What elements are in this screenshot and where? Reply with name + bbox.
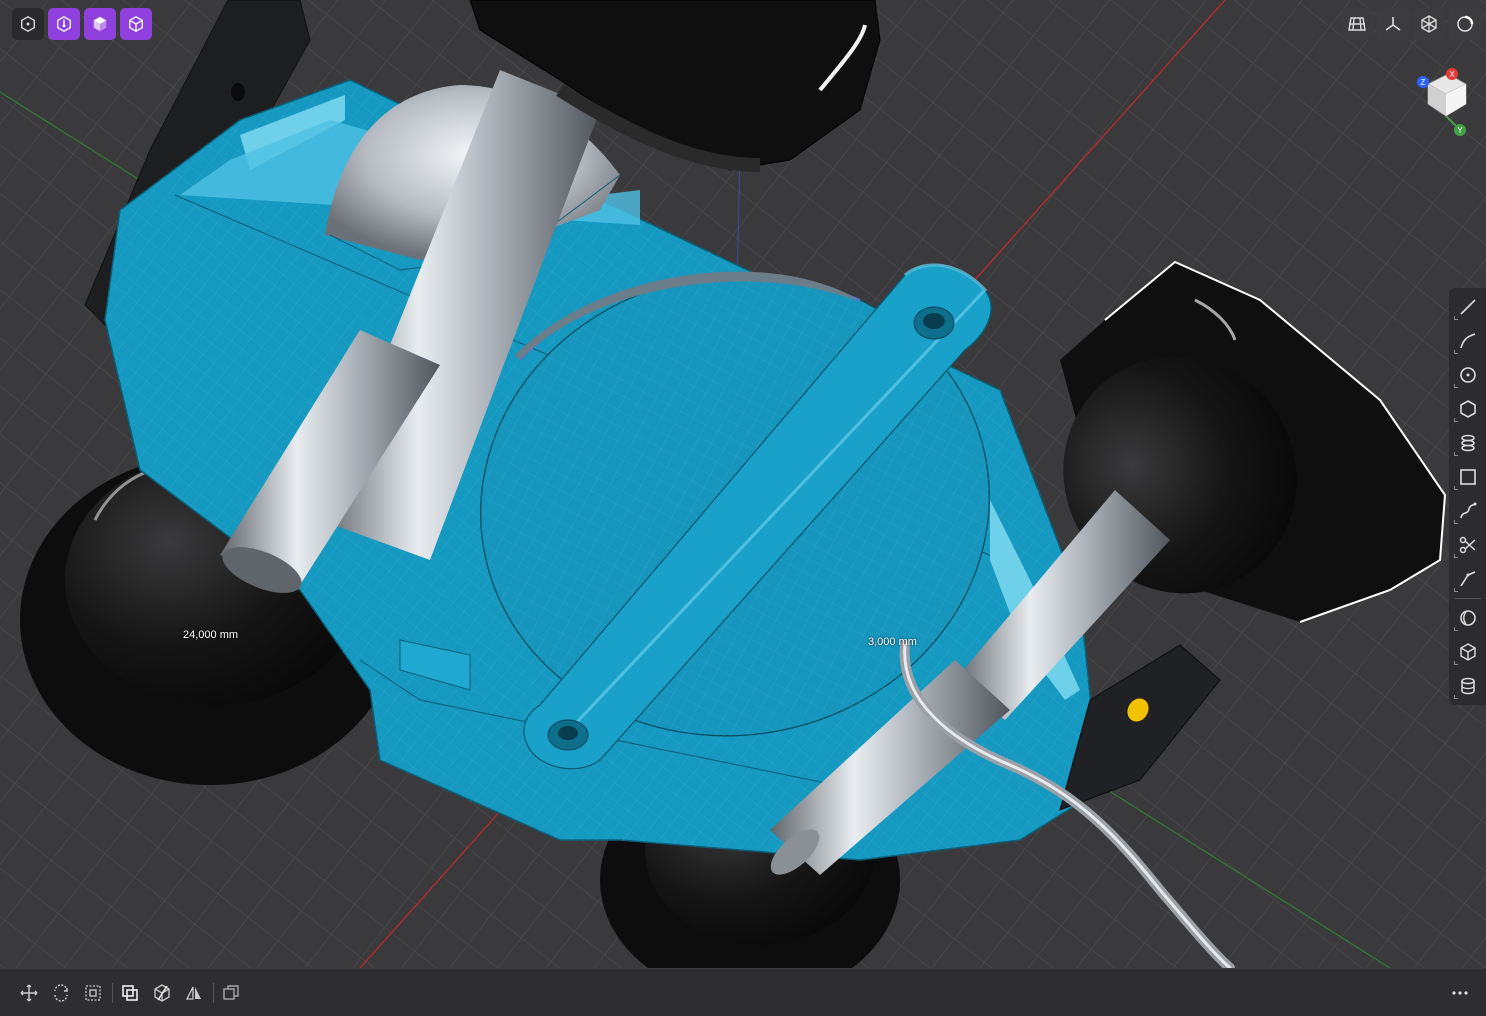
- y-axis-label: Y: [1457, 126, 1463, 135]
- sphere-tool-button[interactable]: [1452, 601, 1484, 635]
- object-mode-icon: [21, 16, 35, 32]
- z-axis-label: Z: [1421, 78, 1426, 87]
- polygon-tool-button[interactable]: [1452, 392, 1484, 426]
- arc-tool-icon: [1459, 333, 1475, 349]
- circle-tool-button[interactable]: [1452, 358, 1484, 392]
- toolbar-separator: [213, 983, 214, 1003]
- render-mode-button[interactable]: [1413, 8, 1445, 40]
- vertex-select-button[interactable]: [48, 8, 80, 40]
- axes-icon: [1385, 17, 1401, 31]
- loft-tool-icon: [1460, 434, 1475, 452]
- arc-tool-button[interactable]: [1452, 324, 1484, 358]
- 3d-viewport[interactable]: 24,000 mm 3,000 mm: [0, 0, 1486, 968]
- boolean-icon: [122, 985, 138, 1001]
- more-icon: [1452, 991, 1468, 995]
- scale-button[interactable]: [79, 979, 107, 1007]
- rotate-button[interactable]: [47, 979, 75, 1007]
- x-axis-label: X: [1449, 70, 1455, 79]
- transform-toolbar: [0, 968, 1486, 1016]
- cut-button[interactable]: [148, 979, 176, 1007]
- view-settings-icon: [1457, 15, 1474, 32]
- cut-icon: [154, 984, 170, 1002]
- grid-toggle-button[interactable]: [1341, 8, 1373, 40]
- polygon-tool-icon: [1459, 400, 1476, 418]
- view-toolbar: [1341, 8, 1481, 40]
- spline-tool-button[interactable]: [1452, 494, 1484, 528]
- modeling-tools-toolbar: [1449, 288, 1486, 705]
- loft-tool-button[interactable]: [1452, 426, 1484, 460]
- sphere-tool-icon: [1459, 610, 1476, 626]
- face-select-icon: [93, 16, 107, 32]
- mirror-icon: [185, 986, 201, 1000]
- toolbar-separator: [1454, 598, 1481, 599]
- mounting-hole: [231, 83, 245, 101]
- scale-icon: [85, 985, 101, 1001]
- more-options-button[interactable]: [1446, 979, 1474, 1007]
- scene-canvas[interactable]: [0, 0, 1486, 968]
- box-tool-button[interactable]: [1452, 635, 1484, 669]
- trim-tool-button[interactable]: [1452, 528, 1484, 562]
- dimension-label-wire: 3,000 mm: [868, 636, 917, 648]
- object-mode-button[interactable]: [12, 8, 44, 40]
- rotate-icon: [54, 984, 68, 1002]
- boolean-button[interactable]: [116, 979, 144, 1007]
- box-tool-icon: [1459, 643, 1476, 661]
- body-select-icon: [129, 16, 143, 32]
- dimension-label-wheel: 24,000 mm: [183, 629, 239, 641]
- view-settings-button[interactable]: [1449, 8, 1481, 40]
- grid-icon: [1348, 17, 1366, 31]
- circle-tool-icon: [1459, 367, 1476, 383]
- rectangle-tool-icon: [1459, 469, 1476, 485]
- spline-tool-icon: [1459, 502, 1476, 519]
- face-select-button[interactable]: [84, 8, 116, 40]
- duplicate-icon: [223, 985, 239, 1000]
- selection-mode-toolbar: [12, 8, 152, 40]
- extend-tool-button[interactable]: [1452, 562, 1484, 596]
- trim-tool-icon: [1459, 536, 1476, 554]
- line-tool-icon: [1459, 299, 1476, 315]
- move-button[interactable]: [15, 979, 43, 1007]
- rectangle-tool-button[interactable]: [1452, 460, 1484, 494]
- line-tool-button[interactable]: [1452, 290, 1484, 324]
- body-select-button[interactable]: [120, 8, 152, 40]
- axes-toggle-button[interactable]: [1377, 8, 1409, 40]
- toolbar-separator: [112, 983, 113, 1003]
- navigation-cube[interactable]: Z X Y: [1410, 64, 1474, 140]
- vertex-select-icon: [57, 16, 71, 32]
- move-icon: [20, 984, 38, 1002]
- mirror-button[interactable]: [180, 979, 208, 1007]
- render-mode-icon: [1421, 15, 1437, 33]
- duplicate-button[interactable]: [217, 979, 245, 1007]
- cylinder-tool-icon: [1460, 677, 1475, 695]
- cylinder-tool-button[interactable]: [1452, 669, 1484, 703]
- extend-tool-icon: [1459, 571, 1475, 587]
